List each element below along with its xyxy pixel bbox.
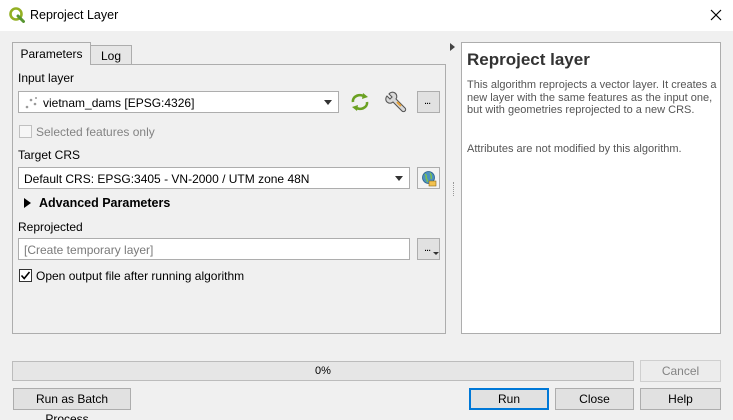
expand-arrow-icon[interactable] [22,197,32,209]
reprojected-placeholder: [Create temporary layer] [24,243,154,257]
selected-only-label: Selected features only [36,125,155,139]
target-crs-label: Target CRS [18,148,81,162]
close-icon[interactable] [707,6,725,24]
advanced-parameters-toggle[interactable]: Advanced Parameters [39,196,170,210]
help-title: Reproject layer [467,50,590,69]
select-crs-button[interactable] [417,167,440,189]
chevron-down-icon [324,100,332,105]
collapse-arrow-icon[interactable] [450,43,455,51]
target-crs-combo[interactable]: Default CRS: EPSG:3405 - VN-2000 / UTM z… [18,167,410,189]
reprojected-browse-button[interactable]: ... [417,238,440,260]
input-layer-value: vietnam_dams [EPSG:4326] [43,96,195,110]
help-note: Attributes are not modified by this algo… [467,143,682,155]
help-description: This algorithm reprojects a vector layer… [467,79,717,116]
progress-label: 0% [315,365,331,377]
run-button[interactable]: Run [469,388,549,410]
tab-parameters[interactable]: Parameters [12,42,91,65]
point-layer-icon [25,97,37,109]
open-output-label: Open output file after running algorithm [36,269,245,283]
progress-bar: 0% [12,361,634,381]
chevron-down-icon [433,252,439,255]
help-button[interactable]: Help [640,388,721,410]
globe-icon [422,171,437,187]
reprojected-output-input[interactable]: [Create temporary layer] [18,238,410,260]
tab-log[interactable]: Log [91,45,132,65]
run-as-batch-button[interactable]: Run as Batch Process... [13,388,131,420]
window-title: Reproject Layer [30,8,119,22]
input-layer-browse-button[interactable]: ... [417,91,440,113]
chevron-down-icon [395,176,403,181]
checkmark-icon [20,271,31,280]
splitter-handle[interactable] [453,182,455,196]
help-panel: Reproject layer This algorithm reproject… [461,42,721,334]
title-bar: Reproject Layer [0,0,733,31]
target-crs-value: Default CRS: EPSG:3405 - VN-2000 / UTM z… [24,172,310,186]
close-button[interactable]: Close [555,388,634,410]
wrench-icon[interactable] [383,90,408,115]
input-layer-combo[interactable]: vietnam_dams [EPSG:4326] [18,91,339,113]
cancel-button[interactable]: Cancel [640,360,721,382]
reprojected-label: Reprojected [18,220,83,234]
qgis-icon [9,7,25,23]
iterate-icon[interactable] [348,91,372,113]
selected-only-checkbox[interactable] [19,125,32,138]
input-layer-label: Input layer [18,71,75,85]
open-output-checkbox[interactable] [19,269,32,282]
